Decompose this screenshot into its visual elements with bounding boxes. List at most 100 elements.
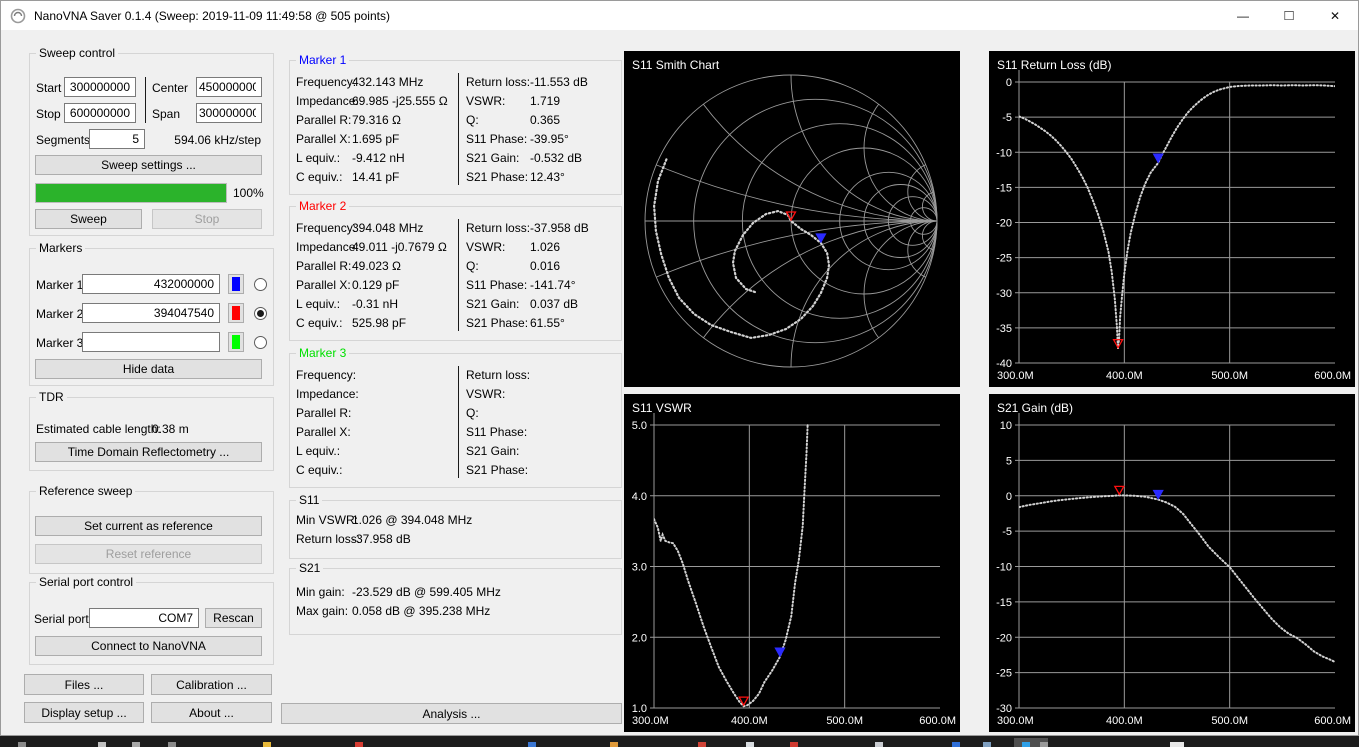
display-setup-button[interactable]: Display setup ... xyxy=(24,702,144,723)
calibration-button[interactable]: Calibration ... xyxy=(151,674,272,695)
svg-text:-15: -15 xyxy=(996,597,1012,609)
svg-text:400.0M: 400.0M xyxy=(1106,370,1143,382)
marker1-frequency-input[interactable] xyxy=(82,274,220,294)
taskbar-app-icon[interactable] xyxy=(875,742,883,747)
field-label: Return loss: xyxy=(466,221,531,235)
taskbar-app-icon[interactable] xyxy=(98,742,106,747)
maximize-button[interactable]: □ xyxy=(1266,1,1312,30)
svg-text:300.0M: 300.0M xyxy=(997,715,1034,727)
files-button[interactable]: Files ... xyxy=(24,674,144,695)
marker3-radio[interactable] xyxy=(254,336,267,349)
taskbar-app-icon[interactable] xyxy=(132,742,140,747)
taskbar-app-icon[interactable] xyxy=(168,742,176,747)
taskbar-app-icon[interactable] xyxy=(698,742,706,747)
marker1-color-swatch xyxy=(232,277,240,291)
taskbar-app-icon[interactable] xyxy=(746,742,754,747)
marker3-label: Marker 3 xyxy=(36,336,84,350)
serial-port-input[interactable] xyxy=(89,608,199,628)
taskbar-app-icon[interactable] xyxy=(18,742,26,747)
field-value: 79.316 Ω xyxy=(352,113,402,127)
windows-taskbar[interactable] xyxy=(0,736,1359,747)
close-button[interactable]: ✕ xyxy=(1312,1,1358,30)
hide-data-button[interactable]: Hide data xyxy=(35,359,262,379)
rescan-button[interactable]: Rescan xyxy=(205,608,262,628)
taskbar-app-icon[interactable] xyxy=(790,742,798,747)
sweep-settings-button[interactable]: Sweep settings ... xyxy=(35,155,262,175)
tdr-title: TDR xyxy=(36,390,67,404)
marker2-row: L equiv.: -0.31 nH S21 Gain: 0.037 dB xyxy=(290,295,621,314)
reset-reference-button[interactable]: Reset reference xyxy=(35,544,262,564)
marker2-row: C equiv.: 525.98 pF S21 Phase: 61.55° xyxy=(290,314,621,333)
field-value: 394.048 MHz xyxy=(352,221,424,235)
stop-button[interactable]: Stop xyxy=(152,209,262,229)
s21-info-row: Max gain: 0.058 dB @ 395.238 MHz xyxy=(290,602,621,621)
span-input[interactable] xyxy=(196,103,262,123)
field-label: L equiv.: xyxy=(296,151,341,165)
taskbar-app-icon[interactable] xyxy=(1022,742,1030,747)
minimize-icon: — xyxy=(1237,8,1249,23)
screen: NanoVNA Saver 0.1.4 (Sweep: 2019-11-09 1… xyxy=(0,0,1359,747)
stop-input[interactable] xyxy=(64,103,136,123)
marker1-radio[interactable] xyxy=(254,278,267,291)
set-reference-button[interactable]: Set current as reference xyxy=(35,516,262,536)
svg-text:S11 VSWR: S11 VSWR xyxy=(632,401,692,415)
svg-text:10: 10 xyxy=(1000,420,1012,432)
app-window: NanoVNA Saver 0.1.4 (Sweep: 2019-11-09 1… xyxy=(0,0,1359,736)
analysis-button[interactable]: Analysis ... xyxy=(281,703,622,724)
field-value: -39.95° xyxy=(530,132,569,146)
field-value: 1.695 pF xyxy=(352,132,400,146)
span-label: Span xyxy=(152,107,181,121)
svg-text:5.0: 5.0 xyxy=(632,420,647,432)
connect-button[interactable]: Connect to NanoVNA xyxy=(35,636,262,656)
s11-smith-chart[interactable]: S11 Smith Chart xyxy=(624,51,960,387)
taskbar-app-icon[interactable] xyxy=(263,742,271,747)
marker1-color-button[interactable] xyxy=(228,274,244,294)
taskbar-app-icon[interactable] xyxy=(610,742,618,747)
svg-text:500.0M: 500.0M xyxy=(1211,715,1248,727)
s11-return-loss-chart[interactable]: S11 Return Loss (dB) 0 -5 -10 -15 -20 -25 -30 -3… xyxy=(989,51,1355,387)
marker3-row: Parallel R: Q: xyxy=(290,404,621,423)
marker2-row: Parallel R: 49.023 Ω Q: 0.016 xyxy=(290,257,621,276)
svg-text:600.0M: 600.0M xyxy=(1314,715,1351,727)
field-label: S21 Phase: xyxy=(466,463,529,477)
marker3-row: Impedance: VSWR: xyxy=(290,385,621,404)
sweep-button[interactable]: Sweep xyxy=(35,209,142,229)
segments-input[interactable] xyxy=(89,129,145,149)
field-label: Min gain: xyxy=(296,585,345,599)
taskbar-app-icon[interactable] xyxy=(1040,742,1048,747)
marker2-row: Parallel X: 0.129 pF S11 Phase: -141.74° xyxy=(290,276,621,295)
field-label: Impedance: xyxy=(296,240,359,254)
field-label: Parallel R: xyxy=(296,259,352,273)
start-input[interactable] xyxy=(64,77,136,97)
taskbar-app-icon[interactable] xyxy=(1170,742,1184,747)
marker2-color-button[interactable] xyxy=(228,303,244,323)
svg-text:300.0M: 300.0M xyxy=(632,715,669,727)
s11-vswr-chart[interactable]: S11 VSWR 5.0 4.0 3.0 2.0 1.0 300.0M 400.0M 500.0… xyxy=(624,394,960,732)
title-bar[interactable]: NanoVNA Saver 0.1.4 (Sweep: 2019-11-09 1… xyxy=(1,1,1358,30)
app-icon xyxy=(10,8,26,23)
svg-text:1.0: 1.0 xyxy=(632,703,647,715)
svg-text:400.0M: 400.0M xyxy=(1106,715,1143,727)
svg-text:3.0: 3.0 xyxy=(632,562,647,574)
field-value: 0.058 dB @ 395.238 MHz xyxy=(352,604,491,618)
close-icon: ✕ xyxy=(1329,8,1341,23)
svg-text:4.0: 4.0 xyxy=(632,491,647,503)
marker3-color-button[interactable] xyxy=(228,332,244,352)
s21-gain-chart[interactable]: S21 Gain (dB) 10 5 0 -5 -10 -15 -20 -25 -30 300.0M… xyxy=(989,394,1355,732)
svg-text:400.0M: 400.0M xyxy=(731,715,768,727)
taskbar-app-icon[interactable] xyxy=(983,742,991,747)
tdr-button[interactable]: Time Domain Reflectometry ... xyxy=(35,442,262,462)
field-label: L equiv.: xyxy=(296,444,341,458)
about-button[interactable]: About ... xyxy=(151,702,272,723)
marker2-frequency-input[interactable] xyxy=(82,303,220,323)
field-value: -37.958 dB xyxy=(530,221,589,235)
marker2-radio[interactable] xyxy=(254,307,267,320)
svg-text:5: 5 xyxy=(1006,455,1012,467)
center-input[interactable] xyxy=(196,77,262,97)
minimize-button[interactable]: — xyxy=(1220,1,1266,30)
taskbar-app-icon[interactable] xyxy=(952,742,960,747)
taskbar-app-icon[interactable] xyxy=(355,742,363,747)
marker2-row: Frequency: 394.048 MHz Return loss: -37.95… xyxy=(290,219,621,238)
marker3-frequency-input[interactable] xyxy=(82,332,220,352)
taskbar-app-icon[interactable] xyxy=(528,742,536,747)
